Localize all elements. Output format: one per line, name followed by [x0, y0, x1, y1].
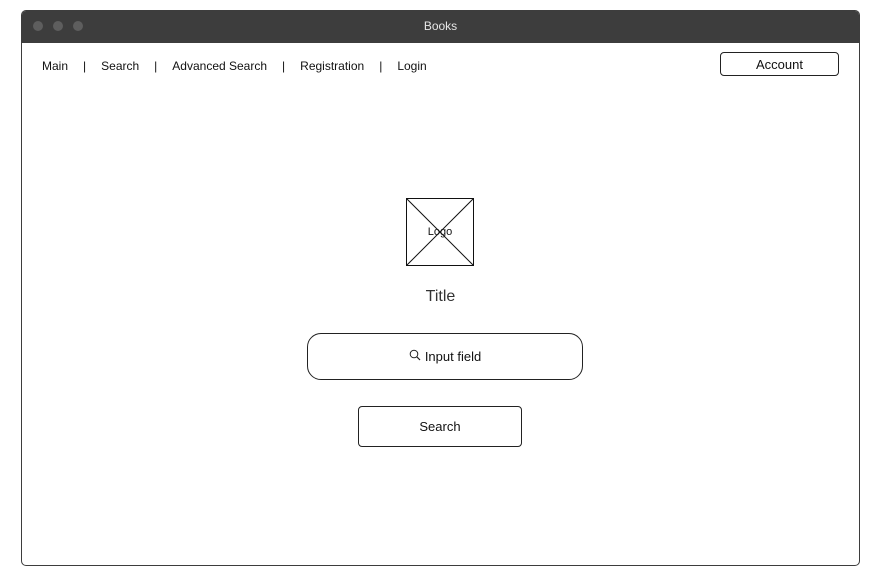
top-nav: Main | Search | Advanced Search | Regist… — [42, 59, 427, 73]
title-bar: Books — [22, 11, 859, 43]
search-input-placeholder: Input field — [424, 349, 482, 364]
nav-item-login[interactable]: Login — [397, 59, 426, 73]
logo-label: Logo — [427, 226, 453, 238]
nav-separator: | — [379, 59, 383, 73]
nav-separator: | — [282, 59, 286, 73]
window-title: Books — [423, 19, 458, 33]
nav-separator: | — [83, 59, 87, 73]
nav-item-search[interactable]: Search — [101, 59, 139, 73]
nav-separator: | — [154, 59, 158, 73]
browser-window: Books Main | Search | Advanced Search | … — [21, 10, 860, 566]
logo-placeholder: Logo — [406, 198, 474, 266]
page-title: Title — [425, 288, 456, 305]
search-icon — [409, 349, 421, 364]
search-button[interactable]: Search — [358, 406, 522, 447]
nav-item-registration[interactable]: Registration — [300, 59, 364, 73]
nav-item-main[interactable]: Main — [42, 59, 68, 73]
search-input[interactable]: Input field — [307, 333, 583, 380]
account-button[interactable]: Account — [720, 52, 839, 76]
nav-item-advanced-search[interactable]: Advanced Search — [172, 59, 267, 73]
